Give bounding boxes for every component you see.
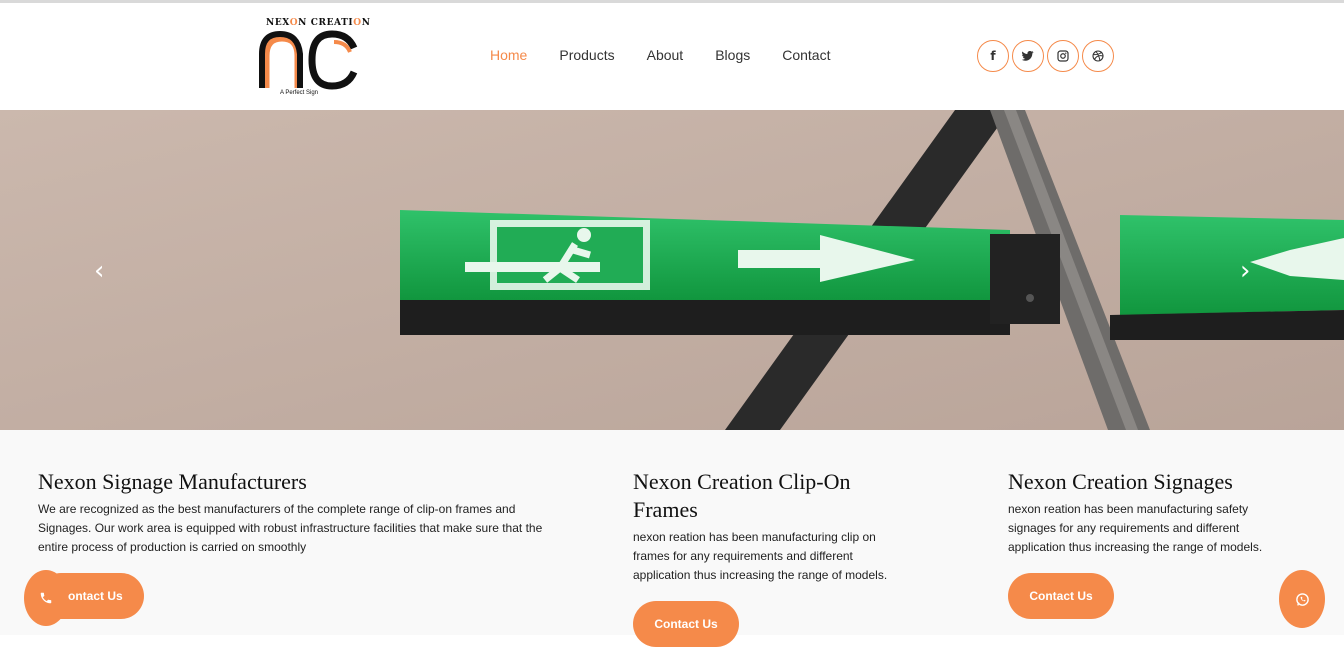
nav-about[interactable]: About	[647, 47, 684, 63]
facebook-icon[interactable]: f	[977, 40, 1009, 72]
instagram-icon[interactable]	[1047, 40, 1079, 72]
nav-blogs[interactable]: Blogs	[715, 47, 750, 63]
brand-tagline: A Perfect Sign	[280, 90, 319, 96]
nav-products[interactable]: Products	[559, 47, 614, 63]
feature-text: nexon reation has been manufacturing saf…	[1008, 502, 1263, 554]
exit-sign-image	[0, 110, 1344, 430]
nc-logo-mark	[259, 30, 358, 90]
feature-text: We are recognized as the best manufactur…	[38, 502, 543, 554]
contact-us-button[interactable]: Contact Us	[633, 601, 739, 647]
brand-name: NEXON CREATION	[266, 18, 371, 28]
brand-logo[interactable]: NEXON CREATION A Perfect Sign	[258, 16, 370, 102]
carousel-prev-icon[interactable]: ‹	[94, 258, 104, 284]
whatsapp-icon	[1295, 592, 1309, 606]
twitter-icon[interactable]	[1012, 40, 1044, 72]
site-header: NEXON CREATION A Perfect Sign Home Produ…	[0, 3, 1344, 110]
phone-call-button[interactable]	[24, 570, 68, 626]
hero-carousel: ‹ ›	[0, 110, 1344, 430]
feature-title: Nexon Creation Signages	[1008, 469, 1233, 494]
features-section: Nexon Signage Manufacturers We are recog…	[0, 430, 1344, 647]
contact-us-button[interactable]: Contact Us	[1008, 573, 1114, 619]
carousel-next-icon[interactable]: ›	[1240, 258, 1250, 284]
feature-title: Nexon Signage Manufacturers	[38, 469, 307, 494]
nav-contact[interactable]: Contact	[782, 47, 830, 63]
feature-card: Nexon Creation Signages nexon reation ha…	[1008, 468, 1293, 557]
feature-card: Nexon Signage Manufacturers We are recog…	[38, 468, 568, 557]
social-links: f	[977, 40, 1114, 72]
feature-text: nexon reation has been manufacturing cli…	[633, 530, 888, 582]
nav-home[interactable]: Home	[490, 47, 527, 63]
phone-icon	[40, 592, 52, 604]
whatsapp-button[interactable]	[1279, 570, 1325, 628]
dribbble-icon[interactable]	[1082, 40, 1114, 72]
feature-card: Nexon Creation Clip-On Frames nexon reat…	[633, 468, 913, 585]
main-nav: Home Products About Blogs Contact	[490, 47, 862, 63]
feature-title: Nexon Creation Clip-On Frames	[633, 469, 851, 522]
